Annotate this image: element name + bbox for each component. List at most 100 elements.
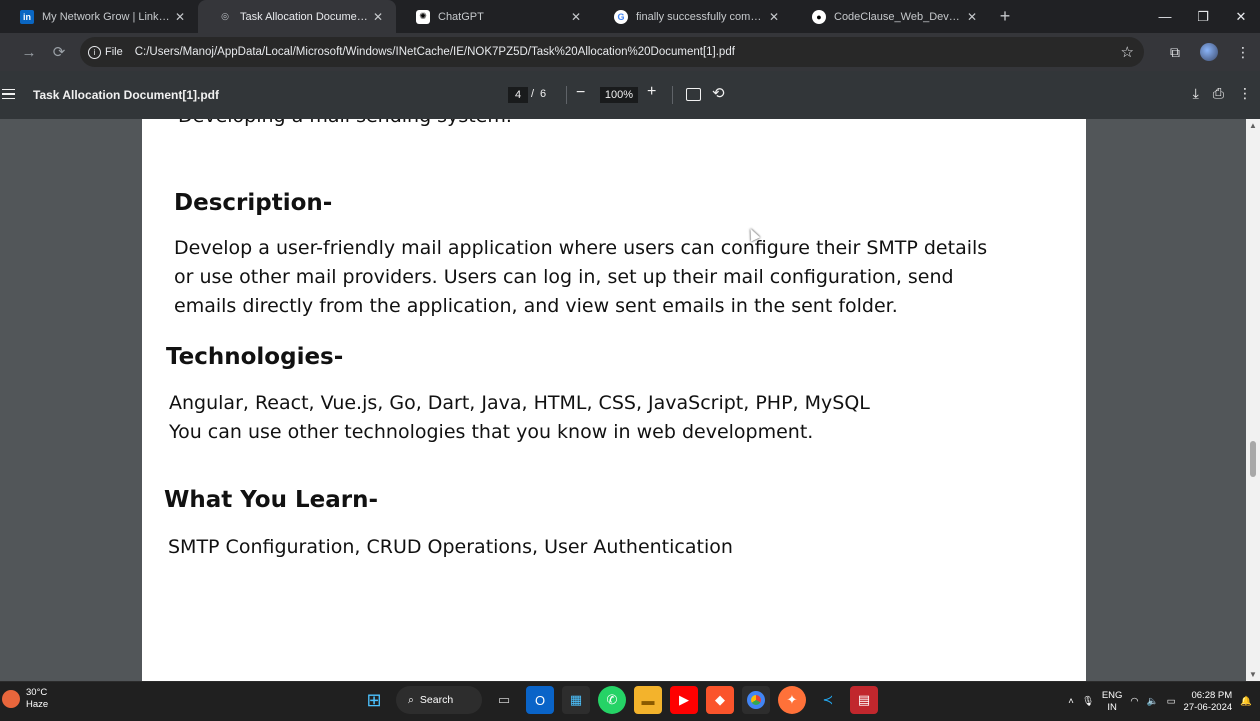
clock-time: 06:28 PM	[1191, 689, 1233, 701]
globe-icon: ◎	[221, 11, 229, 21]
pdf-title: Task Allocation Document[1].pdf	[33, 88, 220, 102]
url-text: C:/Users/Manoj/AppData/Local/Microsoft/W…	[134, 46, 735, 58]
system-tray: ˄ 🎙 ENG IN ◠ 🔈 ▭ 06:28 PM 27-06-2024 🔔	[1068, 682, 1260, 721]
whatsapp-icon[interactable]: ✆	[598, 686, 626, 714]
tab-list: in My Network Grow | LinkedIn ✕ ◎ Task A…	[0, 0, 1020, 33]
technologies-list: Angular, React, Vue.js, Go, Dart, Java, …	[169, 392, 870, 414]
microphone-icon[interactable]: 🎙	[1082, 696, 1094, 707]
tab-google-search[interactable]: G finally successfully completed a ✕	[594, 0, 792, 33]
forward-icon[interactable]: →	[14, 37, 44, 67]
windows-taskbar: 30°C Haze ⊞ ⌕ Search ▭ O ▦ ✆ ▬ ▶ ◆ ✦ ≺ ▤…	[0, 681, 1260, 720]
wifi-icon[interactable]: ◠	[1130, 696, 1138, 707]
vertical-scrollbar[interactable]: ▲ ▼	[1246, 119, 1260, 681]
pdf-toolbar: Task Allocation Document[1].pdf 4 / 6 − …	[0, 71, 1260, 119]
file-explorer-icon[interactable]: ▬	[634, 686, 662, 714]
window-controls: — ❐ ✕	[1146, 0, 1260, 33]
profile-avatar[interactable]	[1200, 43, 1218, 61]
description-heading: Description-	[174, 190, 333, 216]
scroll-up-icon[interactable]: ▲	[1249, 121, 1257, 130]
site-info-label: File	[105, 46, 123, 58]
chevron-up-icon[interactable]: ˄	[1068, 696, 1074, 707]
region-code: IN	[1107, 701, 1117, 713]
search-icon: ⌕	[408, 693, 414, 706]
tab-task-allocation-pdf[interactable]: ◎ Task Allocation Document[1].pdf ✕	[198, 0, 396, 33]
bookmark-star-icon[interactable]: ☆	[1121, 43, 1134, 61]
minimize-icon[interactable]: —	[1146, 0, 1184, 33]
close-icon[interactable]: ✕	[370, 10, 386, 24]
language-code: ENG	[1101, 689, 1123, 701]
github-icon: ●	[812, 9, 826, 24]
volume-icon[interactable]: 🔈	[1147, 696, 1159, 707]
tab-title: My Network Grow | LinkedIn	[42, 10, 172, 23]
weather-temp: 30°C	[26, 687, 48, 698]
pdf-viewer[interactable]: Developing a mail sending system. Descri…	[0, 119, 1246, 681]
tab-github[interactable]: ● CodeClause_Web_Development ✕	[792, 0, 990, 33]
pdf-actions: ⤓ ⎙ ⋮	[1193, 85, 1252, 102]
youtube-icon[interactable]: ▶	[670, 686, 698, 714]
extensions-icon[interactable]: ⧉	[1158, 44, 1192, 61]
close-icon[interactable]: ✕	[568, 10, 584, 24]
close-icon[interactable]: ✕	[766, 10, 782, 24]
firefox-icon[interactable]: ✦	[778, 686, 806, 714]
page-total: 6	[540, 88, 547, 100]
page-number-input[interactable]: 4	[508, 87, 528, 103]
menu-dots-icon[interactable]: ⋮	[1226, 44, 1260, 61]
description-line: Develop a user-friendly mail application…	[174, 237, 988, 259]
weather-icon	[2, 690, 20, 708]
address-bar[interactable]: i File C:/Users/Manoj/AppData/Local/Micr…	[80, 37, 1144, 67]
description-line: or use other mail providers. Users can l…	[174, 266, 954, 288]
store-icon[interactable]: ▦	[562, 686, 590, 714]
page-separator: /	[531, 88, 535, 100]
new-tab-button[interactable]: +	[990, 0, 1020, 33]
taskbar-apps: ⊞ ⌕ Search ▭ O ▦ ✆ ▬ ▶ ◆ ✦ ≺ ▤	[360, 686, 878, 714]
toolbar-divider	[566, 86, 567, 104]
rotate-icon[interactable]: ⟲	[712, 84, 725, 102]
task-view-icon[interactable]: ▭	[490, 686, 518, 714]
tab-title: Task Allocation Document[1].pdf	[240, 10, 370, 23]
print-icon[interactable]: ⎙	[1213, 85, 1224, 102]
site-info-chip[interactable]: i File	[88, 45, 123, 59]
weather-desc: Haze	[26, 699, 49, 710]
linkedin-icon: in	[20, 9, 34, 24]
close-icon[interactable]: ✕	[172, 10, 188, 24]
clock-date: 27-06-2024	[1183, 701, 1233, 713]
battery-icon[interactable]: ▭	[1167, 696, 1176, 707]
windows-start-icon[interactable]: ⊞	[360, 686, 388, 714]
taskbar-search[interactable]: ⌕ Search	[396, 686, 482, 714]
language-indicator[interactable]: ENG IN	[1102, 690, 1123, 714]
restore-icon[interactable]: ❐	[1184, 0, 1222, 33]
download-icon[interactable]: ⤓	[1193, 85, 1199, 102]
info-icon: i	[88, 45, 101, 59]
close-icon[interactable]: ✕	[964, 10, 980, 24]
tab-title: finally successfully completed a	[636, 10, 766, 23]
brave-icon[interactable]: ◆	[706, 686, 734, 714]
outlook-icon[interactable]: O	[526, 686, 554, 714]
vscode-icon[interactable]: ≺	[814, 686, 842, 714]
technologies-heading: Technologies-	[166, 344, 344, 370]
more-options-icon[interactable]: ⋮	[1238, 85, 1252, 102]
chrome-icon[interactable]	[742, 686, 770, 714]
scrollbar-thumb[interactable]	[1250, 441, 1256, 477]
hamburger-menu-icon[interactable]	[0, 83, 22, 105]
toolbar-divider	[672, 86, 673, 104]
weather-widget[interactable]: 30°C Haze	[0, 687, 48, 711]
search-label: Search	[419, 694, 454, 706]
chatgpt-icon: ✺	[416, 9, 430, 24]
app-icon[interactable]: ▤	[850, 686, 878, 714]
description-line: emails directly from the application, an…	[174, 295, 898, 317]
zoom-out-icon[interactable]: −	[576, 84, 585, 102]
technologies-note: You can use other technologies that you …	[169, 421, 814, 443]
notification-bell-icon[interactable]: 🔔	[1240, 696, 1252, 707]
close-window-icon[interactable]: ✕	[1222, 0, 1260, 33]
clock[interactable]: 06:28 PM 27-06-2024	[1184, 690, 1233, 714]
tab-title: CodeClause_Web_Development	[834, 10, 964, 23]
zoom-in-icon[interactable]: +	[647, 83, 656, 101]
reload-icon[interactable]: ⟳	[44, 37, 74, 67]
fit-page-icon[interactable]	[686, 88, 701, 101]
tab-chatgpt[interactable]: ✺ ChatGPT ✕	[396, 0, 594, 33]
pdf-page: Developing a mail sending system. Descri…	[142, 119, 1086, 681]
browser-toolbar: → ⟳ i File C:/Users/Manoj/AppData/Local/…	[0, 33, 1260, 71]
zoom-level-input[interactable]: 100%	[600, 87, 638, 103]
scroll-down-icon[interactable]: ▼	[1249, 670, 1257, 679]
tab-linkedin[interactable]: in My Network Grow | LinkedIn ✕	[0, 0, 198, 33]
